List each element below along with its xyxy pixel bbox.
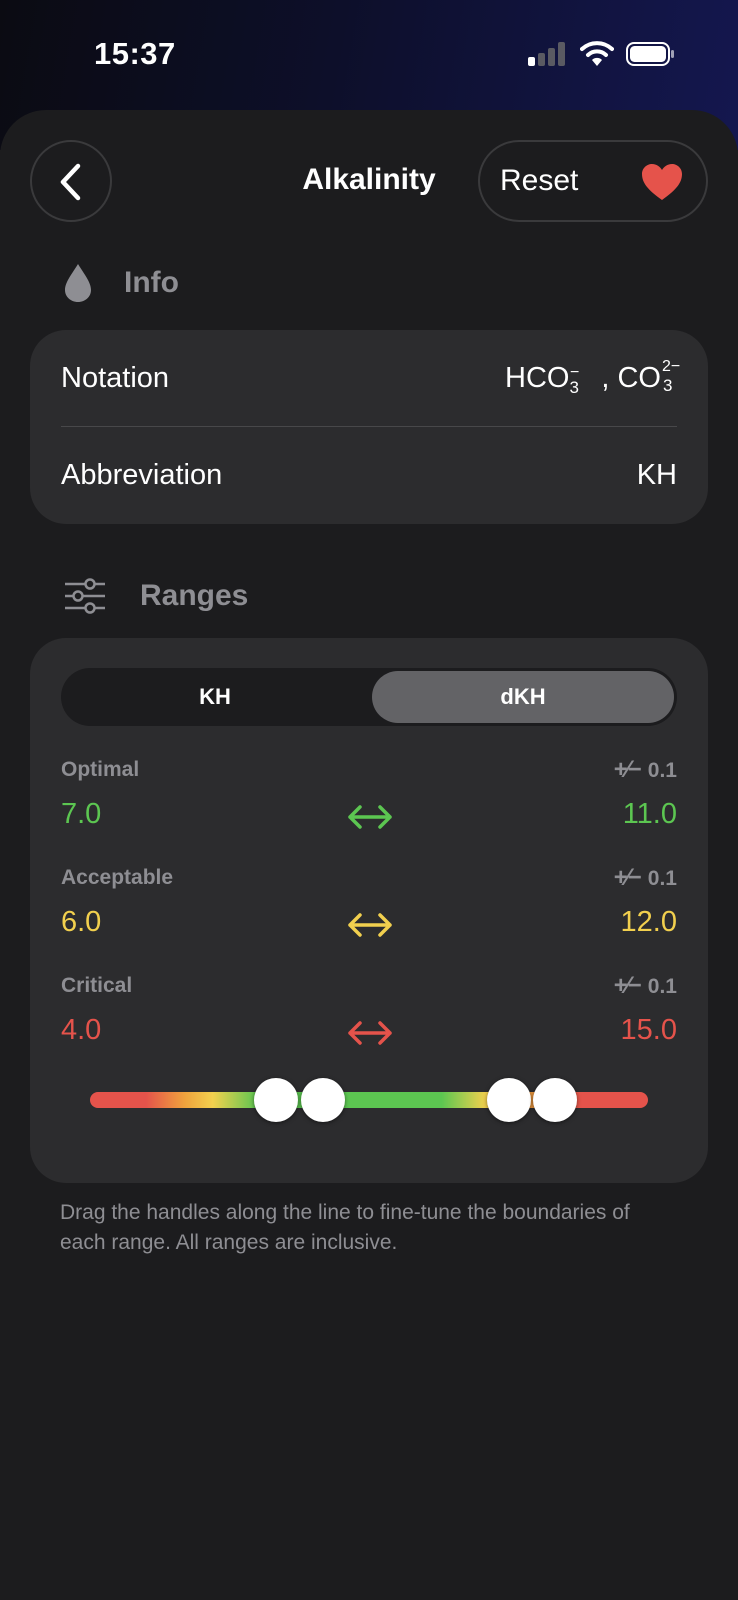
- row-divider: [61, 426, 677, 427]
- plus-minus-icon: +⁄−: [613, 972, 642, 999]
- back-button[interactable]: [30, 140, 112, 222]
- help-text: Drag the handles along the line to fine-…: [60, 1201, 630, 1254]
- page-title: Alkalinity: [302, 163, 436, 196]
- abbreviation-value: KH: [636, 459, 677, 491]
- acceptable-max-value[interactable]: 12.0: [621, 906, 677, 939]
- double-arrow-icon: [348, 1021, 392, 1045]
- chevron-left-icon: [60, 163, 81, 201]
- critical-min-value[interactable]: 4.0: [61, 1014, 101, 1047]
- acceptable-min-value[interactable]: 6.0: [61, 906, 101, 939]
- info-section-header: Info: [62, 262, 179, 304]
- wifi-icon: [580, 40, 614, 68]
- tolerance-critical[interactable]: +⁄− 0.1: [614, 972, 677, 1000]
- info-section-title: Info: [124, 266, 179, 299]
- info-card: Notation HCO3− , CO 2− 3 Abbreviation KH: [30, 330, 708, 524]
- status-bar: 15:37: [0, 0, 738, 100]
- water-drop-icon: [65, 264, 91, 302]
- abbreviation-label: Abbreviation: [61, 459, 223, 491]
- range-name-critical: Critical: [61, 974, 133, 997]
- tolerance-optimal[interactable]: +⁄− 0.1: [614, 756, 677, 784]
- notation-value: HCO3− , CO 2− 3: [505, 358, 681, 397]
- double-arrow-icon: [348, 805, 392, 829]
- nav-actions-pill: Reset: [478, 140, 708, 222]
- status-time: 15:37: [94, 36, 176, 71]
- slider-handle-3[interactable]: [486, 1078, 531, 1122]
- plus-minus-icon: +⁄−: [613, 864, 642, 891]
- ranges-card: KH dKH Optimal +⁄− 0.1 7.0 11.0 Acceptabl…: [30, 638, 708, 1183]
- double-arrow-icon: [348, 913, 392, 937]
- battery-icon: [626, 42, 676, 66]
- optimal-max-value[interactable]: 11.0: [623, 798, 677, 831]
- notation-label: Notation: [61, 362, 170, 394]
- ranges-section-header: Ranges: [64, 578, 248, 614]
- ranges-section-title: Ranges: [140, 579, 249, 612]
- sliders-icon: [65, 578, 105, 614]
- slider-handle-4[interactable]: [533, 1078, 577, 1122]
- optimal-min-value[interactable]: 7.0: [61, 798, 101, 831]
- critical-max-value[interactable]: 15.0: [621, 1014, 677, 1047]
- heart-icon[interactable]: [640, 162, 684, 202]
- slider-handle-2[interactable]: [300, 1078, 345, 1122]
- reset-button[interactable]: Reset: [500, 164, 578, 198]
- unit-segmented-control: KH dKH: [61, 668, 677, 726]
- range-name-acceptable: Acceptable: [61, 866, 174, 889]
- segment-kh[interactable]: KH: [61, 668, 369, 726]
- range-slider[interactable]: [90, 1070, 648, 1130]
- plus-minus-icon: +⁄−: [613, 756, 642, 783]
- range-name-optimal: Optimal: [61, 758, 140, 781]
- tolerance-acceptable[interactable]: +⁄− 0.1: [614, 864, 677, 892]
- cellular-signal-icon: [528, 42, 568, 66]
- slider-handle-1[interactable]: [254, 1078, 298, 1122]
- segment-dkh[interactable]: dKH: [372, 671, 674, 723]
